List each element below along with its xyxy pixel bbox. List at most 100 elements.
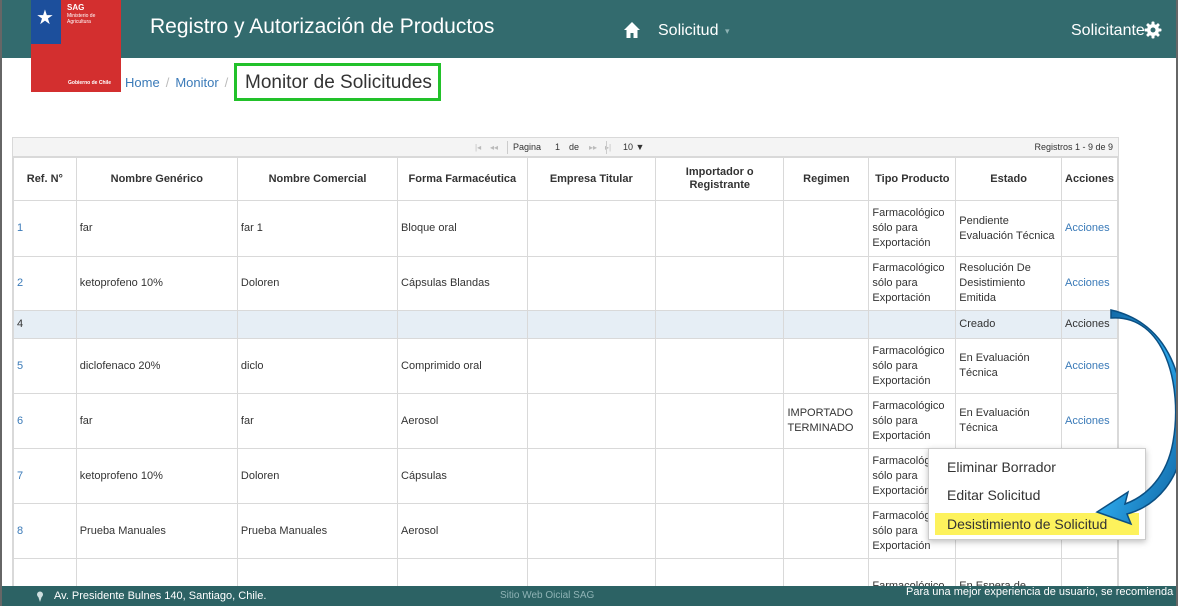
menu-item-eliminar-borrador[interactable]: Eliminar Borrador — [947, 458, 1056, 476]
prev-page-icon[interactable]: ◂◂ — [490, 143, 498, 152]
logo-agency: SAG — [67, 3, 85, 12]
next-page-icon[interactable]: ▸▸ — [589, 143, 597, 152]
breadcrumb-monitor[interactable]: Monitor — [175, 75, 218, 90]
column-header[interactable]: Estado — [955, 157, 1062, 201]
cell-forma: Cápsulas Blandas — [397, 256, 528, 311]
ref-link[interactable]: 4 — [13, 310, 77, 339]
sag-logo: ★ SAG Ministerio de Agricultura Gobierno… — [31, 0, 121, 92]
ref-link[interactable]: 1 — [13, 200, 77, 257]
column-header[interactable]: Nombre Comercial — [236, 157, 399, 201]
records-count: Registros 1 - 9 de 9 — [1034, 142, 1113, 152]
table-row-selected: 4 Creado Acciones — [13, 310, 1118, 339]
ref-link[interactable]: 2 — [13, 256, 77, 311]
cell-empresa — [526, 503, 656, 559]
cell-generico: Prueba Manuales — [75, 503, 238, 559]
page-title: Monitor de Solicitudes — [245, 72, 432, 93]
page-label: Pagina — [513, 142, 542, 152]
cell-regimen: IMPORTADO TERMINADO — [783, 393, 870, 449]
breadcrumb-separator: / — [224, 75, 229, 90]
logo-government: Gobierno de Chile — [68, 80, 112, 86]
cell-forma: Comprimido oral — [397, 338, 528, 394]
cell-tipo: Farmacológico sólo para Exportación — [868, 200, 957, 257]
column-header[interactable]: Importador o Registrante — [654, 157, 785, 201]
cell-importador — [654, 393, 785, 449]
user-menu[interactable]: Solicitante — [1071, 21, 1145, 41]
footer: Av. Presidente Bulnes 140, Santiago, Chi… — [2, 586, 1176, 606]
menu-item-editar-solicitud[interactable]: Editar Solicitud — [947, 486, 1040, 504]
column-header[interactable]: Ref. N° — [13, 157, 77, 201]
pager: |◂ ◂◂ Pagina 1 de ▸▸ ▸| 10 ▼ Registros 1… — [13, 138, 1118, 157]
ref-link[interactable]: 5 — [13, 338, 77, 394]
top-navbar: Registro y Autorización de Productos Sol… — [2, 0, 1176, 58]
cell-regimen — [783, 310, 870, 339]
app-title: Registro y Autorización de Productos — [150, 15, 495, 38]
cell-forma: Cápsulas — [397, 448, 528, 504]
breadcrumb-home[interactable]: Home — [125, 75, 160, 90]
footer-address: Av. Presidente Bulnes 140, Santiago, Chi… — [54, 590, 267, 602]
cell-empresa — [526, 310, 656, 339]
table-row: 1 far far 1 Bloque oral Farmacológico só… — [13, 200, 1118, 257]
cell-empresa — [526, 256, 656, 311]
cell-generico: ketoprofeno 10% — [75, 448, 238, 504]
cell-forma: Aerosol — [397, 393, 528, 449]
cell-regimen — [783, 200, 870, 257]
cell-importador — [654, 256, 785, 311]
cell-comercial: Doloren — [236, 256, 399, 311]
page-size-select[interactable]: 10 ▼ — [623, 142, 644, 152]
gear-icon[interactable] — [1144, 21, 1162, 39]
chevron-down-icon[interactable]: ▾ — [725, 27, 730, 36]
ref-link[interactable]: 6 — [13, 393, 77, 449]
cell-comercial: far 1 — [236, 200, 399, 257]
cell-regimen — [783, 448, 870, 504]
cell-regimen — [783, 338, 870, 394]
cell-generico: far — [75, 200, 238, 257]
footer-browser-notice: Para una mejor experiencia de usuario, s… — [906, 586, 1174, 598]
column-header[interactable]: Regimen — [783, 157, 870, 201]
first-page-icon[interactable]: |◂ — [475, 143, 481, 152]
ref-link[interactable]: 8 — [13, 503, 77, 559]
column-header[interactable]: Tipo Producto — [868, 157, 957, 201]
breadcrumb: Home / Monitor / — [125, 75, 234, 91]
cell-forma: Aerosol — [397, 503, 528, 559]
footer-site-link[interactable]: Sitio Web Oicial SAG — [500, 589, 594, 602]
curved-arrow-icon — [1095, 309, 1176, 526]
logo-ministry: Ministerio de Agricultura — [67, 13, 96, 25]
cell-generico: far — [75, 393, 238, 449]
cell-tipo: Farmacológico sólo para Exportación — [868, 393, 957, 449]
ref-link[interactable]: 7 — [13, 448, 77, 504]
cell-comercial: Prueba Manuales — [236, 503, 399, 559]
cell-estado: Resolución De Desistimiento Emitida — [955, 256, 1062, 311]
table-header-row: Ref. N° Nombre Genérico Nombre Comercial… — [13, 157, 1118, 201]
column-header[interactable]: Acciones — [1061, 157, 1118, 201]
cell-generico — [75, 310, 238, 339]
cell-empresa — [526, 200, 656, 257]
cell-tipo: Farmacológico sólo para Exportación — [868, 338, 957, 394]
column-header[interactable]: Empresa Titular — [526, 157, 656, 201]
nav-solicitud-menu[interactable]: Solicitud — [658, 21, 718, 41]
column-header[interactable]: Nombre Genérico — [75, 157, 238, 201]
cell-forma: Bloque oral — [397, 200, 528, 257]
cell-comercial: Doloren — [236, 448, 399, 504]
cell-estado: En Evaluación Técnica — [955, 338, 1062, 394]
cell-importador — [654, 448, 785, 504]
home-icon[interactable] — [623, 21, 641, 39]
cell-importador — [654, 338, 785, 394]
breadcrumb-separator: / — [165, 75, 170, 90]
cell-tipo: Farmacológico sólo para Exportación — [868, 256, 957, 311]
cell-generico: diclofenaco 20% — [75, 338, 238, 394]
cell-importador — [654, 310, 785, 339]
map-pin-icon — [37, 591, 43, 602]
page-title-highlight: Monitor de Solicitudes — [234, 63, 441, 101]
cell-importador — [654, 200, 785, 257]
cell-regimen — [783, 503, 870, 559]
cell-comercial: far — [236, 393, 399, 449]
table-row: 6 far far Aerosol IMPORTADO TERMINADO Fa… — [13, 393, 1118, 449]
column-header[interactable]: Forma Farmacéutica — [397, 157, 528, 201]
cell-estado: En Evaluación Técnica — [955, 393, 1062, 449]
actions-link[interactable]: Acciones — [1061, 200, 1118, 257]
table-row: 2 ketoprofeno 10% Doloren Cápsulas Bland… — [13, 256, 1118, 311]
coat-of-arms-icon: ★ — [36, 7, 54, 29]
cell-importador — [654, 503, 785, 559]
cell-tipo — [868, 310, 957, 339]
page-number-input[interactable]: 1 — [555, 142, 560, 152]
